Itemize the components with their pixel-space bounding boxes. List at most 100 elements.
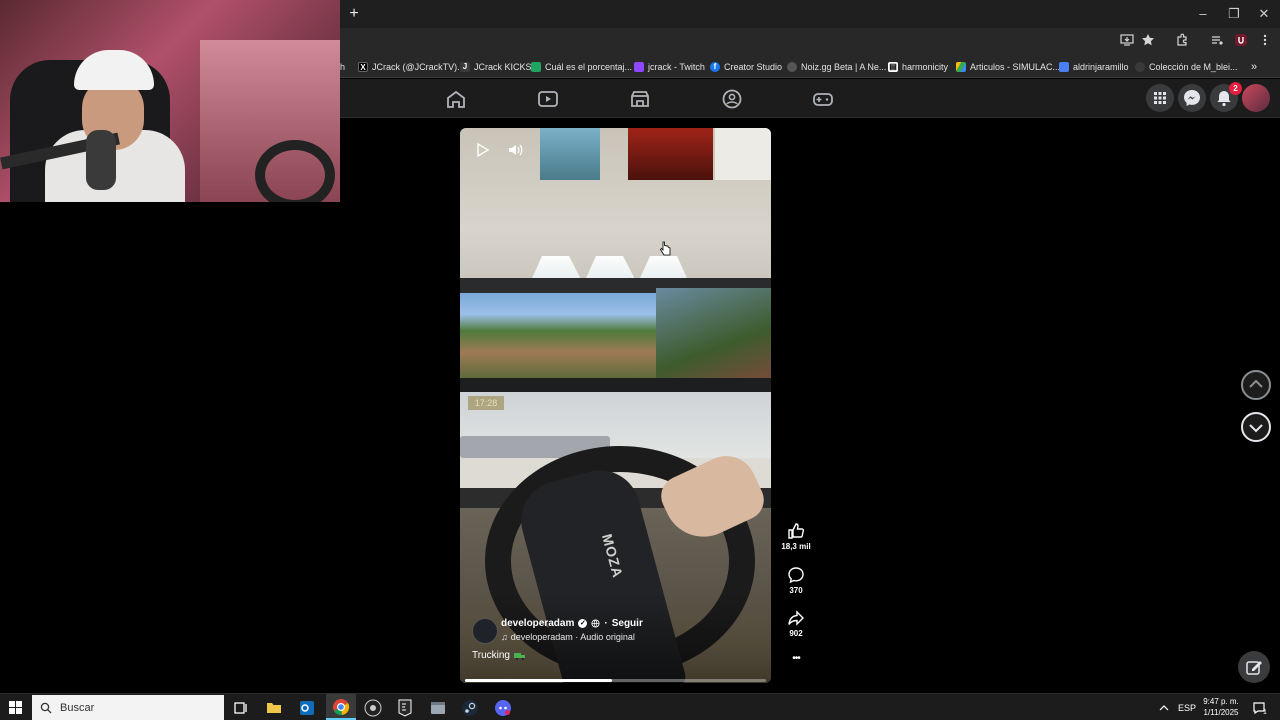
outlook-icon[interactable] [297, 698, 317, 718]
profile-extension-icon[interactable] [1232, 33, 1250, 51]
video-frame-poster [628, 128, 713, 180]
chrome-menu-icon[interactable] [1256, 33, 1274, 51]
bookmark-label: Noiz.gg Beta | A Ne... [801, 62, 887, 72]
video-frame-clock: 17:28 [468, 396, 504, 410]
search-icon [40, 702, 52, 714]
obs-icon[interactable] [363, 698, 383, 718]
webcam-microphone [86, 130, 116, 190]
video-icon[interactable] [536, 87, 560, 111]
extensions-icon[interactable] [1173, 33, 1191, 51]
share-count: 902 [789, 629, 803, 638]
menu-grid-button[interactable] [1146, 84, 1174, 112]
restore-button[interactable]: ❐ [1221, 4, 1247, 24]
like-button[interactable]: 18,3 mil [776, 522, 816, 551]
bookmarks-overflow-button[interactable]: » [1251, 59, 1257, 75]
minimize-button[interactable]: – [1190, 4, 1216, 24]
language-indicator[interactable]: ESP [1178, 694, 1196, 720]
marketplace-icon[interactable] [628, 87, 652, 111]
truck-emoji-icon [513, 652, 525, 660]
audio-label: developeradam · Audio original [510, 632, 635, 642]
epic-games-icon[interactable] [395, 698, 415, 718]
comment-count: 370 [789, 586, 803, 595]
install-app-icon[interactable] [1118, 33, 1136, 51]
bookmark-item[interactable]: Noiz.gg Beta | A Ne... [787, 59, 886, 75]
home-icon[interactable] [444, 87, 468, 111]
webcam-overlay [0, 0, 340, 202]
comment-button[interactable]: 370 [776, 566, 816, 595]
previous-reel-button[interactable] [1241, 370, 1271, 400]
bookmark-label: JCrack (@JCrackTV)... [372, 62, 465, 72]
address-bar[interactable] [345, 31, 1105, 53]
media-controls-icon[interactable] [1208, 33, 1226, 51]
owner-avatar[interactable] [472, 618, 498, 644]
bookmark-item[interactable]: aldrinjaramillo [1059, 59, 1129, 75]
video-frame-poster [540, 128, 600, 180]
windows-start-icon[interactable] [9, 701, 22, 714]
messenger-button[interactable] [1178, 84, 1206, 112]
like-count: 18,3 mil [781, 542, 811, 551]
taskbar-search[interactable]: Buscar [32, 695, 224, 720]
google-drive-icon [956, 62, 966, 72]
chevron-up-icon [1249, 379, 1263, 388]
audio-info[interactable]: ♫ developeradam · Audio original [501, 632, 635, 642]
chevron-down-icon [1249, 424, 1263, 433]
more-options-button[interactable]: ••• [776, 653, 816, 664]
twitch-icon [634, 62, 644, 72]
webcam-cap [74, 50, 154, 90]
grid-icon [1154, 92, 1166, 104]
video-progress-bar[interactable] [465, 679, 766, 682]
play-icon[interactable] [474, 142, 490, 158]
bookmark-item[interactable]: Colección de M_blei... [1135, 59, 1238, 75]
owner-name[interactable]: developeradam [501, 618, 574, 629]
new-message-button[interactable] [1238, 651, 1270, 683]
bookmark-item[interactable]: Cuál es el porcentaj... [531, 59, 632, 75]
reel-caption: Trucking [472, 650, 526, 661]
volume-icon[interactable] [507, 142, 523, 158]
new-tab-button[interactable]: + [344, 4, 364, 24]
chrome-taskbar-button[interactable] [326, 694, 356, 720]
tray-overflow-icon[interactable] [1159, 694, 1169, 720]
notification-center-button[interactable]: 1 [1252, 694, 1267, 720]
clock-time: 9:47 p. m. [1203, 697, 1239, 706]
task-view-icon[interactable] [231, 698, 251, 718]
thumbs-up-icon [788, 523, 805, 539]
bookmark-label: JCrack KICKS [474, 62, 532, 72]
next-reel-button[interactable] [1241, 412, 1271, 442]
profile-avatar[interactable] [1242, 84, 1270, 112]
bookmark-label: jcrack - Twitch [648, 62, 705, 72]
share-button[interactable]: 902 [776, 609, 816, 638]
bookmark-label: h [340, 62, 346, 72]
globe-icon [591, 619, 600, 628]
bookmark-item[interactable]: ▤ harmonicity [888, 59, 948, 75]
video-frame-screen [460, 293, 656, 378]
bookmark-label: Cuál es el porcentaj... [545, 62, 633, 72]
groups-icon[interactable] [720, 87, 744, 111]
gaming-icon[interactable] [811, 87, 835, 111]
bookmark-item[interactable]: jcrack - Twitch [634, 59, 705, 75]
steam-icon[interactable] [460, 698, 480, 718]
bookmark-item[interactable]: J JCrack KICKS [460, 59, 532, 75]
verified-icon: ✓ [578, 619, 588, 628]
bookmark-item[interactable]: Articulos - SIMULAC... [956, 59, 1060, 75]
search-placeholder: Buscar [60, 702, 95, 714]
bookmark-label: aldrinjaramillo [1073, 62, 1129, 72]
music-note-icon: ♫ [501, 632, 508, 642]
bookmark-item[interactable]: X JCrack (@JCrackTV)... [358, 59, 465, 75]
close-window-button[interactable]: ✕ [1251, 4, 1277, 24]
separator-dot: · [604, 618, 608, 629]
collection-icon [1135, 62, 1145, 72]
comment-icon [788, 567, 804, 584]
discord-icon[interactable] [493, 698, 513, 718]
reel-video[interactable]: 17:28 MOZA developeradam ✓ · Seguir ♫ de… [460, 128, 771, 683]
bookmark-item[interactable]: f Creator Studio [710, 59, 782, 75]
app-window-icon[interactable] [428, 698, 448, 718]
bookmark-item[interactable]: h [340, 59, 345, 75]
messenger-icon [1184, 90, 1200, 106]
system-clock[interactable]: 9:47 p. m. 1/11/2025 [1198, 696, 1244, 718]
follow-button[interactable]: Seguir [612, 618, 643, 629]
video-frame-screen [656, 288, 771, 383]
bookmark-star-icon[interactable] [1139, 33, 1157, 51]
harmonicity-icon: ▤ [888, 62, 898, 72]
facebook-icon: f [710, 62, 720, 72]
file-explorer-icon[interactable] [264, 698, 284, 718]
